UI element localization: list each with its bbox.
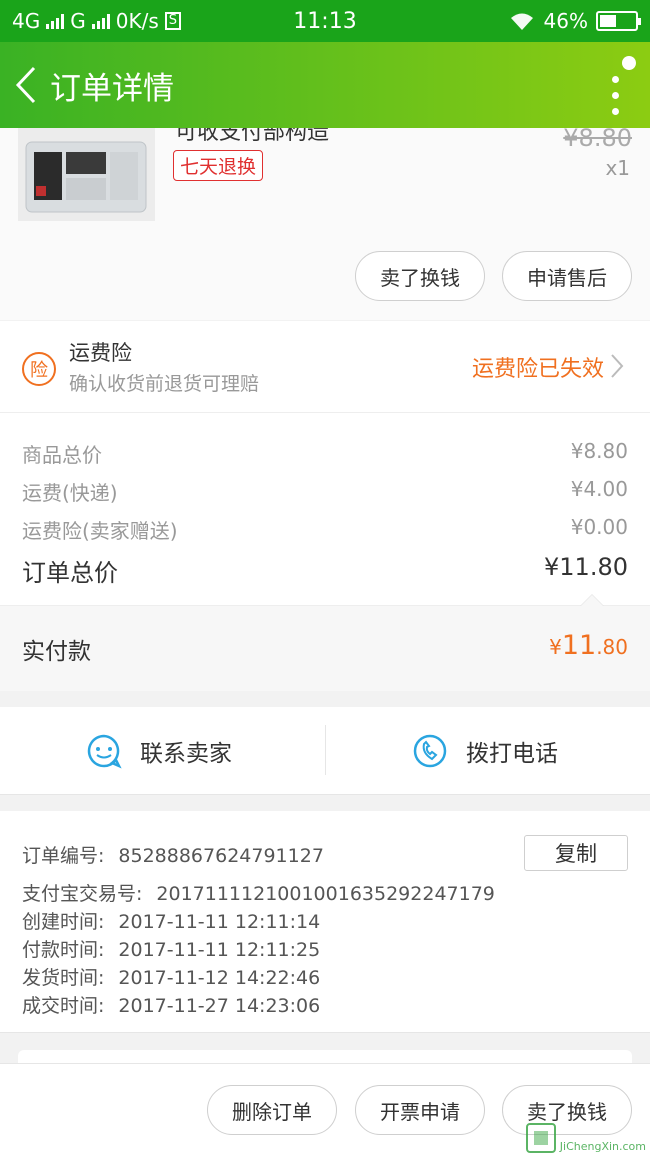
amount-decimal: .80 — [596, 635, 628, 659]
chevron-right-icon — [611, 354, 624, 378]
bottom-action-bar: 删除订单 开票申请 卖了换钱 JiChengXin.com — [0, 1063, 650, 1155]
insurance-icon: 险 — [22, 352, 56, 386]
price-value: ¥0.00 — [570, 515, 628, 539]
alipay-number: 2017111121001001635292247179 — [156, 883, 495, 905]
page-content: 可收支付部构造 七天退换 ¥8.80 x1 卖了换钱 申请售后 险 运费险 确认… — [0, 128, 650, 1063]
completed-time: 2017-11-27 14:23:06 — [118, 995, 321, 1017]
paid-time: 2017-11-11 12:11:25 — [118, 939, 321, 961]
price-row: 商品总价 ¥8.80 — [22, 439, 628, 468]
copy-button[interactable]: 复制 — [524, 835, 628, 871]
contact-seller-button[interactable]: 联系卖家 — [86, 707, 232, 795]
product-card: 可收支付部构造 七天退换 ¥8.80 x1 卖了换钱 申请售后 — [0, 128, 650, 320]
notification-dot-icon — [622, 56, 636, 70]
order-number-row: 订单编号: 85288867624791127 — [22, 841, 324, 868]
order-info: 订单编号: 85288867624791127 复制 支付宝交易号: 2017111… — [0, 811, 650, 1033]
product-photo-icon — [18, 128, 155, 221]
status-right: 46% — [508, 9, 641, 33]
more-menu-button[interactable] — [600, 56, 636, 116]
created-time: 2017-11-11 12:11:14 — [118, 911, 321, 933]
return-policy-badge: 七天退换 — [173, 150, 264, 181]
price-label: 运费险(卖家赠送) — [22, 519, 178, 543]
order-total-value: ¥11.80 — [544, 553, 628, 581]
created-time-label: 创建时间: — [22, 911, 105, 933]
watermark-logo-icon — [525, 1123, 556, 1153]
nav-bar: 订单详情 — [0, 42, 650, 128]
product-quantity: x1 — [605, 156, 630, 180]
delete-order-button[interactable]: 删除订单 — [207, 1085, 337, 1135]
sim-icon: S — [164, 12, 181, 30]
watermark: JiChengXin.com — [525, 1123, 646, 1153]
shipped-time-label: 发货时间: — [22, 967, 105, 989]
order-number: 85288867624791127 — [118, 845, 324, 867]
price-value: ¥4.00 — [570, 477, 628, 501]
insurance-subtitle: 确认收货前退货可理赔 — [69, 373, 260, 395]
order-number-label: 订单编号: — [22, 845, 105, 867]
battery-icon — [596, 11, 641, 31]
call-phone-label: 拨打电话 — [466, 741, 558, 767]
battery-percent: 46% — [543, 9, 588, 33]
network-speed: 0K/s — [115, 9, 159, 33]
battery-fill — [600, 15, 616, 27]
more-dot-icon — [612, 76, 619, 83]
order-total-label: 订单总价 — [22, 559, 118, 587]
price-value: ¥8.80 — [570, 439, 628, 463]
completed-time-row: 成交时间: 2017-11-27 14:23:06 — [22, 991, 320, 1018]
amount-integer: 11 — [561, 630, 597, 661]
shipped-time: 2017-11-12 14:22:46 — [118, 967, 321, 989]
caret-up-icon — [580, 594, 604, 606]
contact-bar: 联系卖家 拨打电话 — [0, 707, 650, 795]
chevron-left-icon — [15, 66, 36, 104]
amount-paid-value: ¥11.80 — [549, 630, 628, 661]
sell-exchange-button[interactable]: 卖了换钱 — [355, 251, 485, 301]
amount-paid-row: 实付款 ¥11.80 — [0, 594, 650, 691]
price-row: 运费(快递) ¥4.00 — [22, 477, 628, 506]
product-image[interactable] — [18, 128, 155, 221]
after-sale-button[interactable]: 申请售后 — [502, 251, 632, 301]
insurance-status: 运费险已失效 — [471, 357, 604, 382]
phone-icon — [413, 734, 447, 768]
paid-time-label: 付款时间: — [22, 939, 105, 961]
next-section-card — [18, 1050, 632, 1063]
network-type-2: G — [70, 9, 86, 33]
invoice-request-button[interactable]: 开票申请 — [355, 1085, 485, 1135]
price-row: 运费险(卖家赠送) ¥0.00 — [22, 515, 628, 544]
paid-time-row: 付款时间: 2017-11-11 12:11:25 — [22, 935, 320, 962]
contact-seller-label: 联系卖家 — [140, 741, 232, 767]
status-left: 4G G 0K/s S — [12, 9, 181, 33]
order-total-row: 订单总价 ¥11.80 — [22, 553, 628, 588]
alipay-number-row: 支付宝交易号: 2017111121001001635292247179 — [22, 879, 495, 906]
created-time-row: 创建时间: 2017-11-11 12:11:14 — [22, 907, 320, 934]
original-price: ¥8.80 — [563, 128, 632, 152]
divider — [325, 725, 326, 775]
price-label: 商品总价 — [22, 443, 102, 467]
network-type-1: 4G — [12, 9, 41, 33]
product-name[interactable]: 可收支付部构造 — [175, 128, 329, 146]
call-phone-button[interactable]: 拨打电话 — [412, 707, 558, 795]
chat-bubble-icon — [87, 734, 122, 769]
amount-paid-label: 实付款 — [22, 639, 91, 665]
back-button[interactable] — [6, 42, 46, 128]
more-dot-icon — [612, 92, 619, 99]
insurance-title: 运费险 — [69, 341, 132, 365]
currency-symbol: ¥ — [549, 635, 562, 659]
page-title: 订单详情 — [50, 70, 174, 107]
price-summary: 商品总价 ¥8.80 运费(快递) ¥4.00 运费险(卖家赠送) ¥0.00 … — [0, 413, 650, 605]
alipay-number-label: 支付宝交易号: — [22, 883, 143, 905]
completed-time-label: 成交时间: — [22, 995, 105, 1017]
price-label: 运费(快递) — [22, 481, 118, 505]
signal-icon — [46, 13, 65, 29]
more-dot-icon — [612, 108, 619, 115]
status-bar: 4G G 0K/s S 11:13 46% — [0, 0, 650, 42]
shipping-insurance-row[interactable]: 险 运费险 确认收货前退货可理赔 运费险已失效 — [0, 321, 650, 413]
wifi-icon — [510, 13, 533, 30]
watermark-text: JiChengXin.com — [559, 1140, 646, 1153]
signal-icon-2 — [91, 13, 110, 29]
shipped-time-row: 发货时间: 2017-11-12 14:22:46 — [22, 963, 320, 990]
